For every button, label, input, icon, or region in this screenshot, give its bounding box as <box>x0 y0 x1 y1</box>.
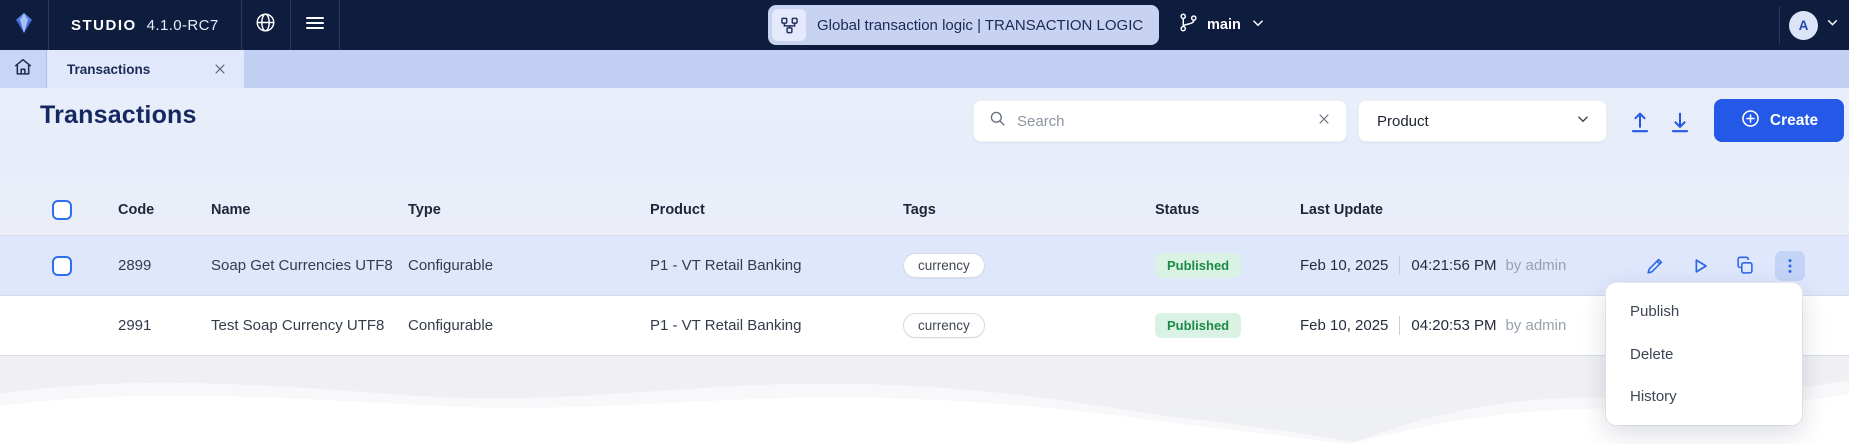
status-badge: Published <box>1155 253 1241 278</box>
create-button-label: Create <box>1770 112 1818 130</box>
tab-label: Transactions <box>67 62 150 77</box>
branch-name: main <box>1207 17 1241 33</box>
cell-product: P1 - VT Retail Banking <box>630 317 895 334</box>
table-row[interactable]: 2899 Soap Get Currencies UTF8 Configurab… <box>0 236 1849 296</box>
branch-selector[interactable]: main <box>1178 0 1267 50</box>
cell-product: P1 - VT Retail Banking <box>630 257 895 274</box>
node-tree-icon <box>772 9 806 41</box>
more-actions-button[interactable] <box>1775 251 1805 281</box>
app-title: STUDIO 4.1.0-RC7 <box>49 0 241 50</box>
chevron-down-icon <box>1574 110 1592 133</box>
plus-circle-icon <box>1740 108 1761 134</box>
create-button[interactable]: Create <box>1714 99 1844 142</box>
menu-item-publish[interactable]: Publish <box>1606 290 1802 333</box>
home-icon <box>12 56 34 83</box>
search-icon <box>988 109 1007 133</box>
main-menu-button[interactable] <box>291 0 339 50</box>
clear-search-icon[interactable] <box>1316 111 1332 132</box>
tab-home[interactable] <box>0 50 47 88</box>
hamburger-icon <box>303 11 327 40</box>
column-header-tags: Tags <box>895 202 1155 218</box>
app-name: STUDIO <box>71 17 137 34</box>
cell-type: Configurable <box>407 257 630 274</box>
row-actions <box>1640 251 1849 281</box>
app-logo <box>0 0 48 50</box>
last-update-author: by admin <box>1505 317 1566 334</box>
last-update-date: Feb 10, 2025 <box>1300 257 1388 274</box>
duplicate-button[interactable] <box>1730 251 1760 281</box>
upload-button[interactable] <box>1627 109 1653 135</box>
last-update-time: 04:21:56 PM <box>1411 257 1496 274</box>
column-header-code: Code <box>98 202 203 218</box>
column-header-name: Name <box>203 202 407 218</box>
globe-button[interactable] <box>242 0 290 50</box>
divider <box>1399 256 1400 275</box>
app-screen: STUDIO 4.1.0-RC7 Global transaction logi… <box>0 0 1849 444</box>
table-row[interactable]: 2991 Test Soap Currency UTF8 Configurabl… <box>0 296 1849 356</box>
logo-icon <box>12 11 36 40</box>
cell-type: Configurable <box>407 317 630 334</box>
cell-last-update: Feb 10, 2025 04:20:53 PM by admin <box>1300 316 1640 335</box>
tag-badge: currency <box>903 313 985 338</box>
last-update-date: Feb 10, 2025 <box>1300 317 1388 334</box>
user-menu[interactable]: A <box>1780 11 1849 40</box>
run-button[interactable] <box>1685 251 1715 281</box>
edit-button[interactable] <box>1640 251 1670 281</box>
product-filter-select[interactable]: Product <box>1358 100 1607 142</box>
cell-name: Test Soap Currency UTF8 <box>203 317 407 334</box>
search-box <box>973 100 1347 142</box>
globe-icon <box>254 11 277 39</box>
column-header-product: Product <box>630 202 895 218</box>
column-header-type: Type <box>407 202 630 218</box>
last-update-author: by admin <box>1505 257 1566 274</box>
status-badge: Published <box>1155 313 1241 338</box>
tab-transactions[interactable]: Transactions <box>47 50 244 88</box>
avatar: A <box>1789 11 1818 40</box>
product-filter-value: Product <box>1377 113 1429 130</box>
cell-last-update: Feb 10, 2025 04:21:56 PM by admin <box>1300 256 1640 275</box>
divider <box>339 0 340 50</box>
chevron-down-icon <box>1824 14 1841 36</box>
cell-name: Soap Get Currencies UTF8 <box>203 257 407 274</box>
cell-code: 2991 <box>98 317 203 334</box>
page-title: Transactions <box>40 101 197 130</box>
app-version: 4.1.0-RC7 <box>147 17 219 34</box>
menu-item-history[interactable]: History <box>1606 375 1802 418</box>
close-icon[interactable] <box>212 61 228 77</box>
menu-item-delete[interactable]: Delete <box>1606 333 1802 376</box>
row-checkbox[interactable] <box>52 256 72 276</box>
background-wave <box>0 354 1849 444</box>
tab-bar: Transactions <box>0 50 1849 88</box>
divider <box>1399 316 1400 335</box>
cell-code: 2899 <box>98 257 203 274</box>
transactions-table: Code Name Type Product Tags Status Last … <box>0 185 1849 356</box>
context-badge-label: Global transaction logic | TRANSACTION L… <box>817 17 1143 34</box>
column-header-last-update: Last Update <box>1300 202 1640 218</box>
topbar-right: A <box>1779 0 1849 50</box>
top-bar: STUDIO 4.1.0-RC7 Global transaction logi… <box>0 0 1849 50</box>
page-header: Transactions Product Creat <box>0 88 1849 185</box>
table-header-row: Code Name Type Product Tags Status Last … <box>0 185 1849 236</box>
search-input[interactable] <box>1017 113 1306 130</box>
select-all-checkbox[interactable] <box>52 200 72 220</box>
download-button[interactable] <box>1667 109 1693 135</box>
context-badge[interactable]: Global transaction logic | TRANSACTION L… <box>768 5 1159 45</box>
row-context-menu: Publish Delete History <box>1606 283 1802 425</box>
git-branch-icon <box>1178 12 1199 38</box>
last-update-time: 04:20:53 PM <box>1411 317 1496 334</box>
chevron-down-icon <box>1249 14 1267 37</box>
tag-badge: currency <box>903 253 985 278</box>
column-header-status: Status <box>1155 202 1300 218</box>
